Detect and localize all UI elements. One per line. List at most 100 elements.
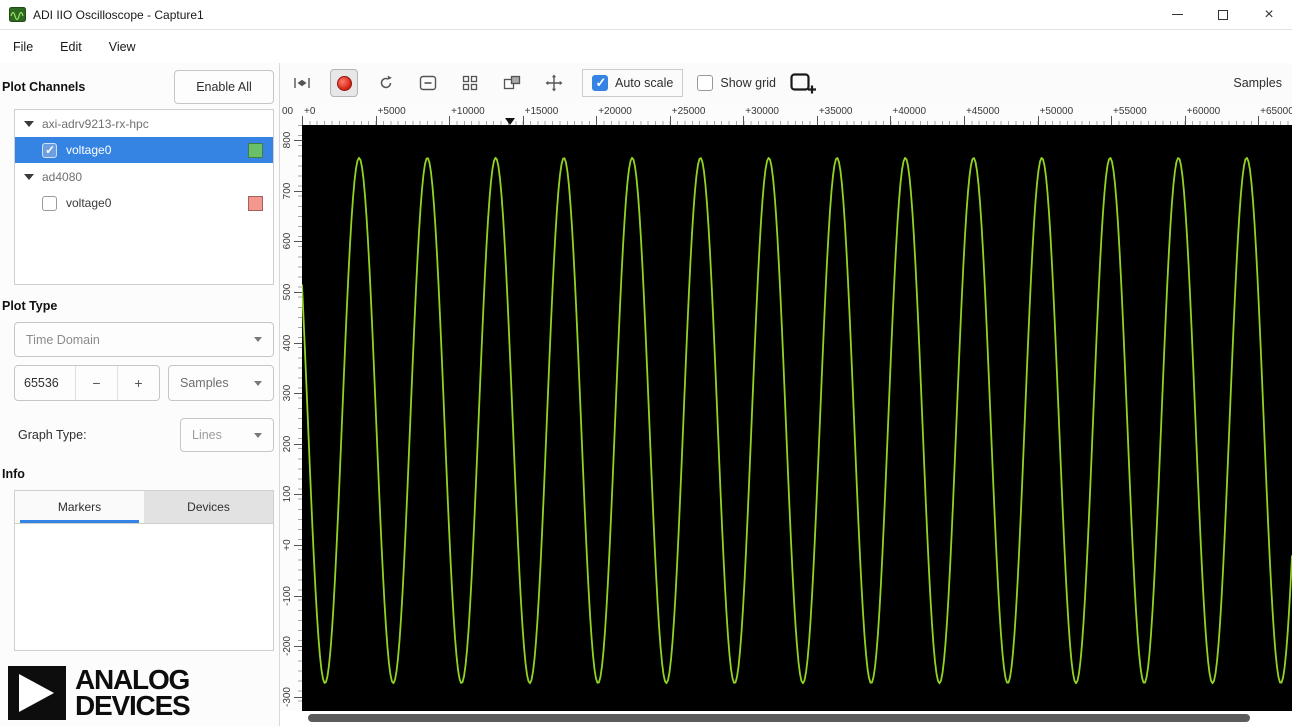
new-plot-button[interactable] [790, 69, 818, 97]
adi-triangle-icon [8, 666, 66, 720]
tile-view-icon[interactable] [456, 69, 484, 97]
x-tick-label: +10000 [451, 106, 485, 117]
x-tick-label: +45000 [965, 106, 1000, 117]
graph-type-label: Graph Type: [18, 428, 87, 442]
ruler-position-marker[interactable] [505, 118, 515, 125]
markers-panel [14, 523, 274, 651]
info-label: Info [2, 467, 25, 481]
y-tick-label: 300 [282, 384, 293, 402]
show-grid-checkbox[interactable] [697, 75, 714, 91]
x-tick [816, 116, 818, 125]
device-row-axi-adrv9213-rx-hpc[interactable]: axi-adrv9213-rx-hpc [15, 110, 273, 137]
plot-canvas[interactable] [302, 125, 1292, 711]
channel-row-ad4080-voltage0[interactable]: voltage0 [15, 190, 273, 216]
enable-all-button[interactable]: Enable All [174, 70, 274, 104]
graph-type-dropdown[interactable]: Lines [180, 418, 274, 452]
y-tick-label: 800 [282, 131, 293, 149]
tab-markers[interactable]: Markers [15, 491, 144, 523]
y-tick-label: 500 [282, 283, 293, 301]
y-tick-label: +0 [282, 539, 293, 551]
sample-count-spinbox: − + [14, 365, 160, 401]
x-tick-label: +30000 [745, 106, 779, 117]
auto-scale-toggle[interactable]: Auto scale [582, 69, 684, 97]
minimize-icon [1171, 14, 1183, 15]
show-grid-toggle[interactable]: Show grid [697, 75, 776, 91]
scrollbar-thumb[interactable] [308, 714, 1250, 722]
close-button[interactable]: × [1246, 0, 1292, 29]
x-tick [743, 116, 745, 125]
horizontal-ruler[interactable]: 00 +0 +5000 +10000 +15000 +20000 +25000 +30000 +… [280, 103, 1292, 125]
y-tick-label: 100 [282, 486, 293, 503]
x-tick [302, 116, 303, 125]
y-tick [294, 494, 302, 496]
x-tick-label: +40000 [892, 106, 927, 117]
x-tick-label: +35000 [818, 106, 853, 117]
x-tick-label: +60000 [1186, 106, 1221, 117]
x-tick-label: +25000 [671, 106, 706, 117]
plot-type-dropdown[interactable]: Time Domain [14, 322, 274, 357]
minimize-button[interactable] [1154, 0, 1200, 29]
pan-move-icon[interactable] [540, 69, 568, 97]
y-tick [294, 646, 302, 648]
app-icon [9, 7, 26, 22]
y-tick [294, 342, 302, 344]
x-tick [890, 116, 892, 125]
title-bar: ADI IIO Oscilloscope - Capture1 × [0, 0, 1292, 30]
menu-item-file[interactable]: File [13, 40, 33, 54]
x-tick [1037, 116, 1039, 125]
decrement-button[interactable]: − [75, 366, 117, 400]
sample-unit-dropdown[interactable]: Samples [168, 365, 274, 401]
auto-scale-checkbox[interactable] [592, 75, 608, 91]
y-tick-label: 700 [282, 182, 293, 200]
x-tick-label: +20000 [598, 106, 632, 117]
plot-type-label: Plot Type [2, 299, 58, 313]
chevron-down-icon [254, 337, 262, 342]
x-tick [375, 116, 377, 125]
plot-toolbar: Auto scale Show grid Samples [280, 63, 1292, 103]
y-tick-label: 600 [282, 233, 293, 250]
maximize-button[interactable] [1200, 0, 1246, 29]
vertical-ruler[interactable]: 800 700 600 500 400 300 200 100 +0 -100 -200 -300 [280, 125, 302, 711]
x-tick [669, 116, 671, 125]
sample-count-input[interactable] [15, 366, 75, 400]
x-tick-label: +5000 [377, 106, 406, 117]
restart-capture-icon[interactable] [372, 69, 400, 97]
channel-checkbox[interactable] [42, 195, 57, 211]
y-tick [294, 241, 302, 243]
samples-axis-label: Samples [1233, 76, 1282, 90]
menu-item-edit[interactable]: Edit [60, 40, 82, 54]
channel-row-axi-adrv9213-rx-hpc-voltage0[interactable]: voltage0 [15, 137, 273, 163]
y-tick [294, 595, 302, 597]
channel-color-swatch[interactable] [248, 195, 263, 211]
plot-channels-label: Plot Channels [2, 80, 86, 94]
x-tick-label: +55000 [1113, 106, 1147, 117]
close-icon: × [1264, 5, 1274, 23]
zoom-fit-icon[interactable] [498, 69, 526, 97]
zoom-out-icon[interactable] [414, 69, 442, 97]
y-tick [294, 443, 302, 445]
plot-main-area: Auto scale Show grid Samples 00 +0 +5000 +1… [280, 63, 1292, 726]
record-icon [336, 75, 352, 91]
expander-icon[interactable] [24, 173, 34, 180]
tab-devices[interactable]: Devices [144, 491, 273, 523]
y-tick-label: -200 [282, 636, 293, 657]
sidebar: Plot Channels Enable All axi-adrv9213-rx… [0, 63, 280, 726]
y-tick-label: 200 [282, 435, 293, 453]
chevron-down-icon [254, 380, 262, 386]
channel-checkbox[interactable] [42, 142, 57, 158]
x-tick-label: +65000 [1260, 106, 1292, 117]
x-tick [1184, 116, 1186, 125]
logo-line2: DEVICES [75, 690, 191, 721]
y-tick-label: 400 [282, 334, 293, 351]
analog-devices-logo: ANALOG DEVICES [8, 666, 279, 720]
x-tick [522, 116, 524, 125]
menu-bar: File Edit View [0, 30, 1292, 63]
capture-record-button[interactable] [330, 69, 358, 97]
device-row-ad4080[interactable]: ad4080 [15, 163, 273, 190]
window-title: ADI IIO Oscilloscope - Capture1 [33, 7, 204, 22]
playback-step-icon[interactable] [288, 69, 316, 97]
channel-color-swatch[interactable] [248, 142, 263, 158]
increment-button[interactable]: + [117, 366, 159, 400]
menu-item-view[interactable]: View [109, 40, 136, 54]
expander-icon[interactable] [24, 120, 34, 127]
